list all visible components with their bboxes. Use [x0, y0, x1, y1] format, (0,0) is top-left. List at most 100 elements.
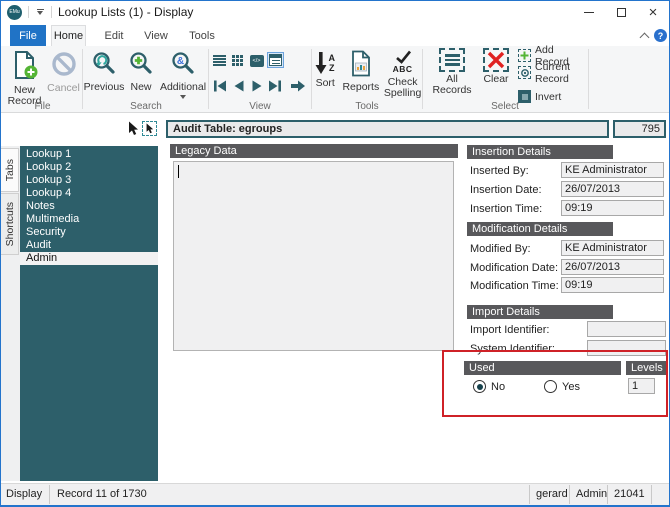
- sort-button[interactable]: AZ Sort: [312, 50, 338, 99]
- divider: [28, 6, 29, 18]
- record-count-box: 795: [613, 120, 666, 138]
- status-bar: Display Record 11 of 1730 gerard Admin 2…: [1, 483, 669, 505]
- app-logo-icon: EMu: [7, 5, 22, 20]
- current-record-icon: [518, 66, 531, 79]
- additional-search-button[interactable]: & Additional: [158, 50, 208, 99]
- goto-record-icon[interactable]: [289, 80, 305, 92]
- group-divider: [82, 49, 83, 109]
- check-spelling-icon: ABC: [393, 50, 413, 75]
- code-view-icon[interactable]: </>: [249, 54, 264, 67]
- sidebar-item-audit[interactable]: Audit: [20, 239, 158, 252]
- used-no-label[interactable]: No: [491, 381, 505, 393]
- sidebar-tab-tabs[interactable]: Tabs: [1, 148, 19, 192]
- modification-time-field[interactable]: 09:19: [561, 277, 664, 293]
- import-identifier-field[interactable]: [587, 321, 666, 337]
- levels-field[interactable]: 1: [628, 378, 655, 394]
- ribbon-group-file: New Record Cancel File: [3, 46, 82, 113]
- group-label-tools: Tools: [312, 101, 422, 112]
- clear-selection-icon: [483, 48, 509, 72]
- maximize-button[interactable]: [605, 1, 637, 23]
- minimize-button[interactable]: [573, 1, 605, 23]
- list-view-icon[interactable]: [212, 54, 227, 67]
- pointer-tool-icon[interactable]: [127, 121, 139, 139]
- sidebar-item-security[interactable]: Security: [20, 226, 158, 239]
- help-icon[interactable]: ?: [654, 29, 667, 42]
- group-label-search: Search: [84, 101, 208, 112]
- sidebar-tab-shortcuts[interactable]: Shortcuts: [1, 193, 19, 255]
- collapse-ribbon-icon[interactable]: [640, 33, 650, 43]
- sidebar-item-lookup3[interactable]: Lookup 3: [20, 174, 158, 187]
- sidebar-item-multimedia[interactable]: Multimedia: [20, 213, 158, 226]
- first-record-icon[interactable]: [212, 80, 228, 92]
- sidebar-item-lookup4[interactable]: Lookup 4: [20, 187, 158, 200]
- insertion-date-field[interactable]: 26/07/2013: [561, 181, 664, 197]
- legacy-data-header: Legacy Data: [170, 144, 458, 158]
- status-record-position: Record 11 of 1730: [57, 488, 147, 500]
- all-records-button[interactable]: All Records: [429, 48, 475, 96]
- divider: [651, 485, 652, 504]
- group-label-file: File: [3, 101, 82, 112]
- sidebar-item-admin[interactable]: Admin: [20, 252, 158, 265]
- status-group: Admin: [576, 488, 607, 500]
- ribbon-group-view: </> View: [209, 46, 311, 113]
- modification-details-header: Modification Details: [467, 222, 613, 236]
- ribbon-group-search: Previous New: [84, 46, 208, 113]
- last-record-icon[interactable]: [267, 80, 283, 92]
- next-record-icon[interactable]: [249, 80, 265, 92]
- cancel-button[interactable]: Cancel: [46, 50, 82, 107]
- modification-time-label: Modification Time:: [470, 280, 559, 292]
- sidebar-item-notes[interactable]: Notes: [20, 200, 158, 213]
- tab-file[interactable]: File: [10, 25, 46, 46]
- tab-edit[interactable]: Edit: [99, 25, 129, 46]
- close-button[interactable]: ×: [637, 1, 669, 23]
- modification-date-field[interactable]: 26/07/2013: [561, 259, 664, 275]
- sidebar-item-lookup1[interactable]: Lookup 1: [20, 148, 158, 161]
- used-header: Used: [464, 361, 621, 375]
- divider: [607, 485, 608, 504]
- used-yes-radio[interactable]: [544, 380, 557, 393]
- previous-record-icon[interactable]: [231, 80, 247, 92]
- window-title: Lookup Lists (1) - Display: [58, 5, 193, 19]
- used-yes-label[interactable]: Yes: [562, 381, 580, 393]
- group-divider: [588, 49, 589, 109]
- check-spelling-button[interactable]: ABC Check Spelling: [383, 50, 422, 99]
- window-controls: ×: [573, 1, 669, 23]
- tab-view[interactable]: View: [140, 25, 172, 46]
- previous-search-button[interactable]: Previous: [84, 50, 124, 99]
- inserted-by-field[interactable]: KE Administrator: [561, 162, 664, 178]
- new-search-button[interactable]: New: [126, 50, 156, 99]
- tab-home[interactable]: Home: [51, 25, 86, 46]
- reports-button[interactable]: Reports: [342, 50, 379, 99]
- tab-tools[interactable]: Tools: [185, 25, 219, 46]
- modification-date-label: Modification Date:: [470, 262, 558, 274]
- inserted-by-label: Inserted By:: [470, 165, 529, 177]
- sort-icon: AZ: [315, 50, 335, 76]
- add-record-icon: [518, 49, 531, 62]
- new-record-button[interactable]: New Record: [4, 50, 46, 107]
- insertion-details-header: Insertion Details: [467, 145, 613, 159]
- used-no-radio[interactable]: [473, 380, 486, 393]
- insertion-time-label: Insertion Time:: [470, 203, 542, 215]
- text-caret: [178, 165, 179, 178]
- system-identifier-field[interactable]: [587, 340, 666, 356]
- divider: [49, 485, 50, 504]
- quick-access-dropdown-icon[interactable]: [35, 9, 45, 15]
- svg-text:&: &: [177, 56, 184, 67]
- clear-selection-button[interactable]: Clear: [477, 48, 515, 85]
- select-pointer-tool-icon[interactable]: [142, 121, 157, 136]
- insertion-time-field[interactable]: 09:19: [561, 200, 664, 216]
- app-window: EMu Lookup Lists (1) - Display × File Ho…: [0, 0, 670, 507]
- grid-view-icon[interactable]: [230, 54, 245, 67]
- legacy-data-textarea[interactable]: [173, 161, 454, 351]
- current-record-button[interactable]: Current Record: [518, 65, 587, 80]
- import-details-header: Import Details: [467, 305, 613, 319]
- ribbon-group-select: All Records Clear Add Record: [423, 46, 587, 113]
- all-records-icon: [439, 48, 465, 72]
- additional-search-icon: &: [170, 50, 196, 80]
- sidebar-item-lookup2[interactable]: Lookup 2: [20, 161, 158, 174]
- divider: [569, 485, 570, 504]
- modified-by-field[interactable]: KE Administrator: [561, 240, 664, 256]
- divider: [51, 6, 52, 18]
- details-view-icon-selected[interactable]: [267, 52, 284, 68]
- title-bar: EMu Lookup Lists (1) - Display: [1, 1, 669, 23]
